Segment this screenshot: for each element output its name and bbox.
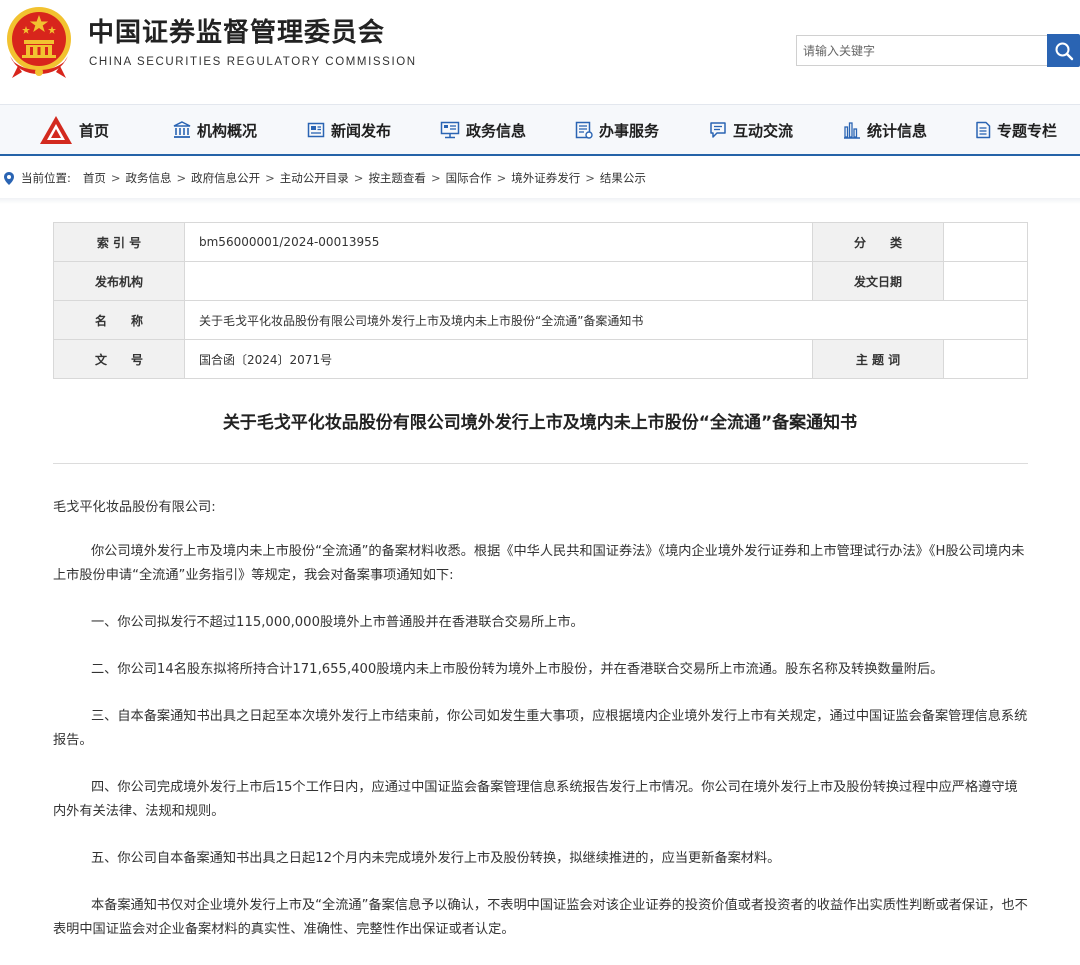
document-paragraph: 一、你公司拟发行不超过115,000,000股境外上市普通股并在香港联合交易所上… [91,615,584,630]
document-paragraph: 三、自本备案通知书出具之日起至本次境外发行上市结束前，你公司如发生重大事项，应根… [53,709,1028,748]
index-number-value: bm56000001/2024-00013955 [184,222,813,262]
breadcrumb-item-home[interactable]: 首页 [83,170,106,186]
content-divider [0,198,1080,204]
chat-icon [710,122,726,138]
table-row: 名 称 关于毛戈平化妆品股份有限公司境外发行上市及境内未上市股份“全流通”备案通… [53,300,1028,340]
breadcrumb-item-intl[interactable]: 国际合作 [446,170,492,186]
doc-number-label: 文 号 [53,339,185,379]
nav-item-special-topics[interactable]: 专题专栏 [952,105,1080,155]
breadcrumb-separator: > [496,171,507,185]
category-label: 分 类 [812,222,944,262]
category-value [943,222,1028,262]
doc-name-value: 关于毛戈平化妆品股份有限公司境外发行上市及境内未上市股份“全流通”备案通知书 [184,300,1028,340]
nav-item-label: 专题专栏 [996,121,1057,140]
issue-date-label: 发文日期 [812,261,944,301]
building-icon [173,121,191,138]
document-title: 关于毛戈平化妆品股份有限公司境外发行上市及境内未上市股份“全流通”备案通知书 [222,413,858,433]
breadcrumb-separator: > [585,171,595,185]
site-subtitle: CHINA SECURITIES REGULATORY COMMISSION [89,56,417,68]
nav-item-label: 机构概况 [196,121,257,140]
index-number-label: 索 引 号 [53,222,185,262]
breadcrumb-separator: > [353,171,364,185]
document-info-table: 索 引 号 bm56000001/2024-00013955 分 类 发布机构 … [53,222,1028,379]
breadcrumb-item-by-topic[interactable]: 按主题查看 [368,170,426,186]
doc-name-label: 名 称 [53,300,185,340]
document-paragraph: 五、你公司自本备案通知书出具之日起12个月内未完成境外发行上市及股份转换，拟继续… [91,851,781,866]
search-input[interactable] [796,35,1048,66]
table-row: 索 引 号 bm56000001/2024-00013955 分 类 [53,222,1028,262]
nav-item-label: 新闻发布 [330,121,391,140]
nav-item-interaction[interactable]: 互动交流 [684,105,818,155]
nav-item-label: 首页 [78,121,109,140]
nav-item-label: 办事服务 [598,121,659,140]
document-salutation: 毛戈平化妆品股份有限公司: [53,500,216,515]
breadcrumb-item-catalog[interactable]: 主动公开目录 [280,170,349,186]
breadcrumb-prefix: 当前位置: [21,171,71,185]
document-paragraph: 本备案通知书仅对企业境外发行上市及“全流通”备案信息予以确认，不表明中国证监会对… [53,898,1028,937]
search-icon [1055,42,1073,60]
breadcrumb: 当前位置: 首页 > 政务信息 > 政府信息公开 > 主动公开目录 > 按主题查… [0,166,1080,190]
nav-item-gov-info[interactable]: 政务信息 [416,105,550,155]
news-icon [307,122,325,138]
table-row: 文 号 国合函〔2024〕2071号 主 题 词 [53,339,1028,379]
breadcrumb-item-overseas[interactable]: 境外证券发行 [511,170,580,186]
issue-date-value [943,261,1028,301]
service-list-icon [575,121,593,139]
main-nav: 首页 机构概况 新闻发布 政务信息 办事服务 互动交流 统计信息 专题专栏 [0,104,1080,156]
table-row: 发布机构 发文日期 [53,261,1028,301]
document-paragraph: 四、你公司完成境外发行上市后15个工作日内，应通过中国证监会备案管理信息系统报告… [53,780,1018,819]
nav-item-label: 互动交流 [732,121,793,140]
document-paragraph: 二、你公司14名股东拟将所持合计171,655,400股境内未上市股份转为境外上… [91,662,944,677]
nav-item-services[interactable]: 办事服务 [550,105,684,155]
document-body: 毛戈平化妆品股份有限公司: 你公司境外发行上市及境内未上市股份“全流通”的备案材… [53,496,1028,965]
doc-number-value: 国合函〔2024〕2071号 [184,339,813,379]
national-emblem-icon[interactable] [4,4,74,80]
breadcrumb-item-disclosure[interactable]: 政府信息公开 [191,170,260,186]
keywords-label: 主 题 词 [812,339,944,379]
nav-item-label: 统计信息 [866,121,927,140]
breadcrumb-separator: > [430,171,441,185]
keywords-value [943,339,1028,379]
publisher-label: 发布机构 [53,261,185,301]
breadcrumb-separator: > [110,171,121,185]
site-title: 中国证券监督管理委员会 [88,18,386,48]
document-paragraph: 你公司境外发行上市及境内未上市股份“全流通”的备案材料收悉。根据《中华人民共和国… [53,544,1025,583]
breadcrumb-item-results[interactable]: 结果公示 [600,170,646,186]
nav-item-news[interactable]: 新闻发布 [282,105,416,155]
bar-chart-icon [843,122,860,139]
nav-item-label: 政务信息 [465,121,526,140]
site-header: 中国证券监督管理委员会 CHINA SECURITIES REGULATORY … [0,0,1080,104]
breadcrumb-item-gov-info[interactable]: 政务信息 [126,170,172,186]
search-button[interactable] [1047,34,1080,67]
document-icon [976,121,991,139]
nav-item-statistics[interactable]: 统计信息 [818,105,952,155]
nav-item-home[interactable]: 首页 [0,105,148,155]
csrc-logo-icon [39,116,72,144]
location-pin-icon [4,171,14,185]
title-divider [53,463,1028,464]
monitor-icon [440,121,460,139]
breadcrumb-separator: > [265,171,275,185]
breadcrumb-separator: > [176,171,187,185]
publisher-value [184,261,813,301]
nav-item-about[interactable]: 机构概况 [148,105,282,155]
